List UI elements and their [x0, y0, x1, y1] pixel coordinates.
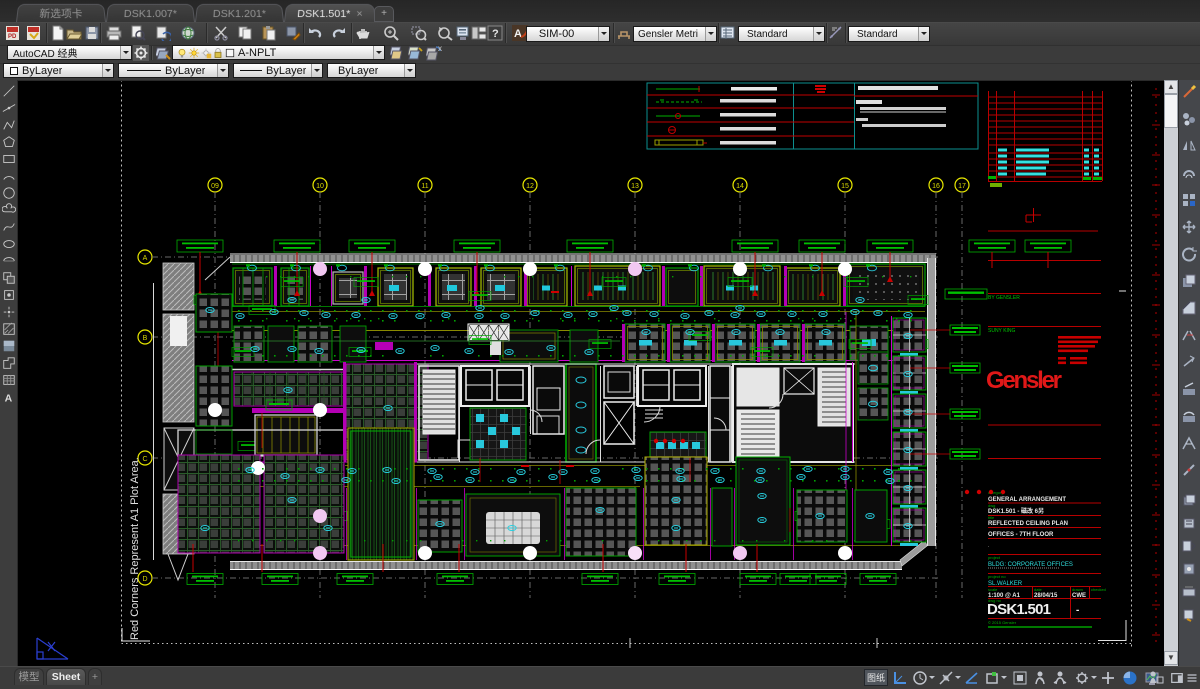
svg-text:Red Corners Represent A1 Plot: Red Corners Represent A1 Plot Area. [129, 457, 141, 640]
svg-text:DSK1.501 - 磁改 6另: DSK1.501 - 磁改 6另 [988, 507, 1044, 515]
svg-text:A: A [514, 28, 522, 40]
svg-text:A: A [5, 392, 13, 404]
svg-text:16: 16 [932, 183, 940, 190]
svg-text:D: D [142, 576, 147, 583]
svg-text:scale: scale [988, 587, 998, 592]
svg-text:10: 10 [316, 183, 324, 190]
svg-text:14: 14 [736, 183, 744, 190]
svg-text:DSK1.501: DSK1.501 [987, 601, 1051, 618]
svg-text:13: 13 [631, 183, 639, 190]
svg-text:Gensler: Gensler [986, 367, 1062, 394]
svg-text:12: 12 [526, 183, 534, 190]
svg-text:SUNY KING: SUNY KING [988, 328, 1016, 334]
svg-text:checked: checked [1091, 587, 1106, 592]
svg-text:B: B [143, 335, 148, 342]
svg-text:C: C [142, 456, 147, 463]
svg-text:15: 15 [841, 183, 849, 190]
svg-text:REFLECTED CEILING PLAN: REFLECTED CEILING PLAN [988, 521, 1068, 527]
svg-text:-: - [1076, 605, 1079, 616]
svg-text:17: 17 [958, 183, 966, 190]
svg-text:BLDG: CORPORATE OFFICES: BLDG: CORPORATE OFFICES [988, 562, 1073, 568]
svg-text:GENERAL ARRANGEMENT: GENERAL ARRANGEMENT [988, 497, 1066, 503]
svg-text:© 2015 Gensler: © 2015 Gensler [988, 620, 1017, 625]
svg-text:project no: project no [988, 574, 1006, 579]
svg-text:project: project [988, 555, 1001, 560]
svg-text:PD: PD [8, 34, 17, 40]
svg-text:09: 09 [211, 183, 219, 190]
svg-text:11: 11 [421, 183, 428, 190]
svg-text:?: ? [492, 28, 499, 40]
svg-text:BY GENSLER: BY GENSLER [988, 295, 1020, 301]
svg-text:drawn: drawn [1072, 587, 1083, 592]
svg-text:dwg: dwg [988, 503, 995, 508]
svg-text:OFFICES - 7TH FLOOR: OFFICES - 7TH FLOOR [988, 532, 1054, 538]
svg-text:.: . [988, 543, 989, 549]
svg-text:title: title [988, 515, 995, 520]
svg-text:A: A [143, 255, 148, 262]
svg-text:date: date [1034, 587, 1043, 592]
